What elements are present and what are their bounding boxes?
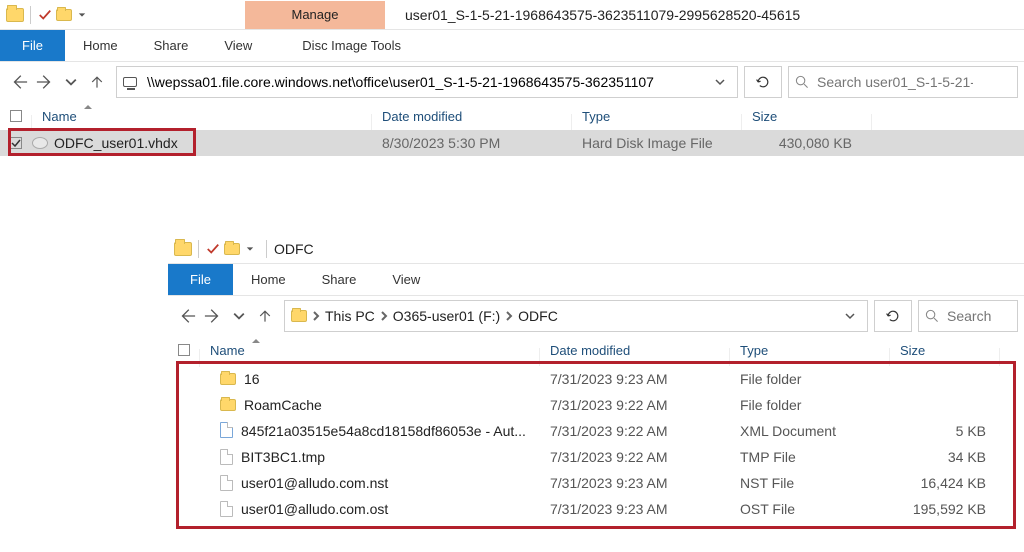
column-name[interactable]: Name (200, 343, 540, 358)
window-titlebar: ODFC (168, 234, 1024, 264)
check-icon[interactable] (205, 241, 221, 257)
ribbon-tab-file[interactable]: File (168, 264, 233, 295)
ribbon-tab-disc-image-tools[interactable]: Disc Image Tools (284, 30, 419, 61)
address-dropdown-icon[interactable] (709, 77, 731, 87)
check-icon[interactable] (37, 7, 53, 23)
breadcrumb-drive[interactable]: O365-user01 (F:) (393, 308, 500, 324)
window-title: ODFC (274, 234, 314, 263)
nav-back-button[interactable] (174, 300, 200, 332)
nav-up-button[interactable] (252, 300, 278, 332)
highlight-box (8, 128, 196, 156)
file-type: Hard Disk Image File (572, 135, 742, 151)
ribbon-tab-view[interactable]: View (206, 30, 270, 61)
sort-asc-icon (83, 102, 93, 112)
column-size[interactable]: Size (742, 109, 872, 124)
separator (198, 240, 199, 258)
refresh-button[interactable] (874, 300, 912, 332)
folder-icon (291, 310, 307, 322)
folder-icon (6, 8, 24, 22)
breadcrumb: This PC O365-user01 (F:) ODFC (291, 308, 839, 324)
column-type[interactable]: Type (572, 109, 742, 124)
select-all-checkbox[interactable] (0, 110, 32, 122)
network-icon (123, 77, 137, 87)
refresh-button[interactable] (744, 66, 782, 98)
quick-access-toolbar (168, 240, 263, 258)
address-bar[interactable]: This PC O365-user01 (F:) ODFC (284, 300, 868, 332)
ribbon-tabs: File Home Share View Disc Image Tools (0, 30, 1024, 62)
address-input[interactable] (143, 74, 709, 90)
file-size: 430,080 KB (742, 135, 872, 151)
nav-history-dropdown[interactable] (226, 300, 252, 332)
separator (30, 6, 31, 24)
search-box[interactable] (788, 66, 1018, 98)
nav-forward-button[interactable] (32, 66, 58, 98)
nav-back-button[interactable] (6, 66, 32, 98)
search-box[interactable] (918, 300, 1018, 332)
column-name[interactable]: Name (32, 109, 372, 124)
nav-forward-button[interactable] (200, 300, 226, 332)
file-date: 8/30/2023 5:30 PM (372, 135, 572, 151)
folder-icon[interactable] (224, 243, 240, 255)
ribbon-tab-view[interactable]: View (374, 264, 438, 295)
chevron-right-icon[interactable] (504, 308, 514, 324)
breadcrumb-folder[interactable]: ODFC (518, 308, 558, 324)
context-tab-manage[interactable]: Manage (245, 1, 385, 29)
chevron-right-icon[interactable] (379, 308, 389, 324)
ribbon-tab-share[interactable]: Share (304, 264, 375, 295)
qat-dropdown-icon[interactable] (75, 6, 89, 24)
column-date-modified[interactable]: Date modified (540, 343, 730, 358)
select-all-checkbox[interactable] (168, 344, 200, 356)
breadcrumb-root[interactable]: This PC (325, 308, 375, 324)
ribbon-tab-home[interactable]: Home (65, 30, 136, 61)
column-date-modified[interactable]: Date modified (372, 109, 572, 124)
qat-dropdown-icon[interactable] (243, 240, 257, 258)
address-bar[interactable] (116, 66, 738, 98)
separator (266, 240, 267, 258)
column-headers: Name Date modified Type Size (0, 102, 1024, 130)
quick-access-toolbar (0, 6, 95, 24)
column-type[interactable]: Type (730, 343, 890, 358)
ribbon-tab-file[interactable]: File (0, 30, 65, 61)
window-titlebar: Manage user01_S-1-5-21-1968643575-362351… (0, 0, 1024, 30)
file-list: 167/31/2023 9:23 AMFile folderRoamCache7… (168, 364, 1024, 522)
search-icon (925, 309, 939, 323)
nav-history-dropdown[interactable] (58, 66, 84, 98)
nav-up-button[interactable] (84, 66, 110, 98)
search-input[interactable] (815, 73, 975, 91)
ribbon-tabs: File Home Share View (168, 264, 1024, 296)
ribbon-tab-home[interactable]: Home (233, 264, 304, 295)
highlight-box (176, 361, 1016, 529)
address-dropdown-icon[interactable] (839, 311, 861, 321)
ribbon-tab-share[interactable]: Share (136, 30, 207, 61)
chevron-right-icon[interactable] (311, 308, 321, 324)
window-title: user01_S-1-5-21-1968643575-3623511079-29… (405, 0, 800, 29)
sort-asc-icon (251, 336, 261, 346)
search-input[interactable] (945, 307, 995, 325)
folder-icon[interactable] (56, 9, 72, 21)
search-icon (795, 75, 809, 89)
column-headers: Name Date modified Type Size (168, 336, 1024, 364)
column-size[interactable]: Size (890, 343, 1000, 358)
file-list: ODFC_user01.vhdx 8/30/2023 5:30 PM Hard … (0, 130, 1024, 156)
folder-icon (174, 242, 192, 256)
